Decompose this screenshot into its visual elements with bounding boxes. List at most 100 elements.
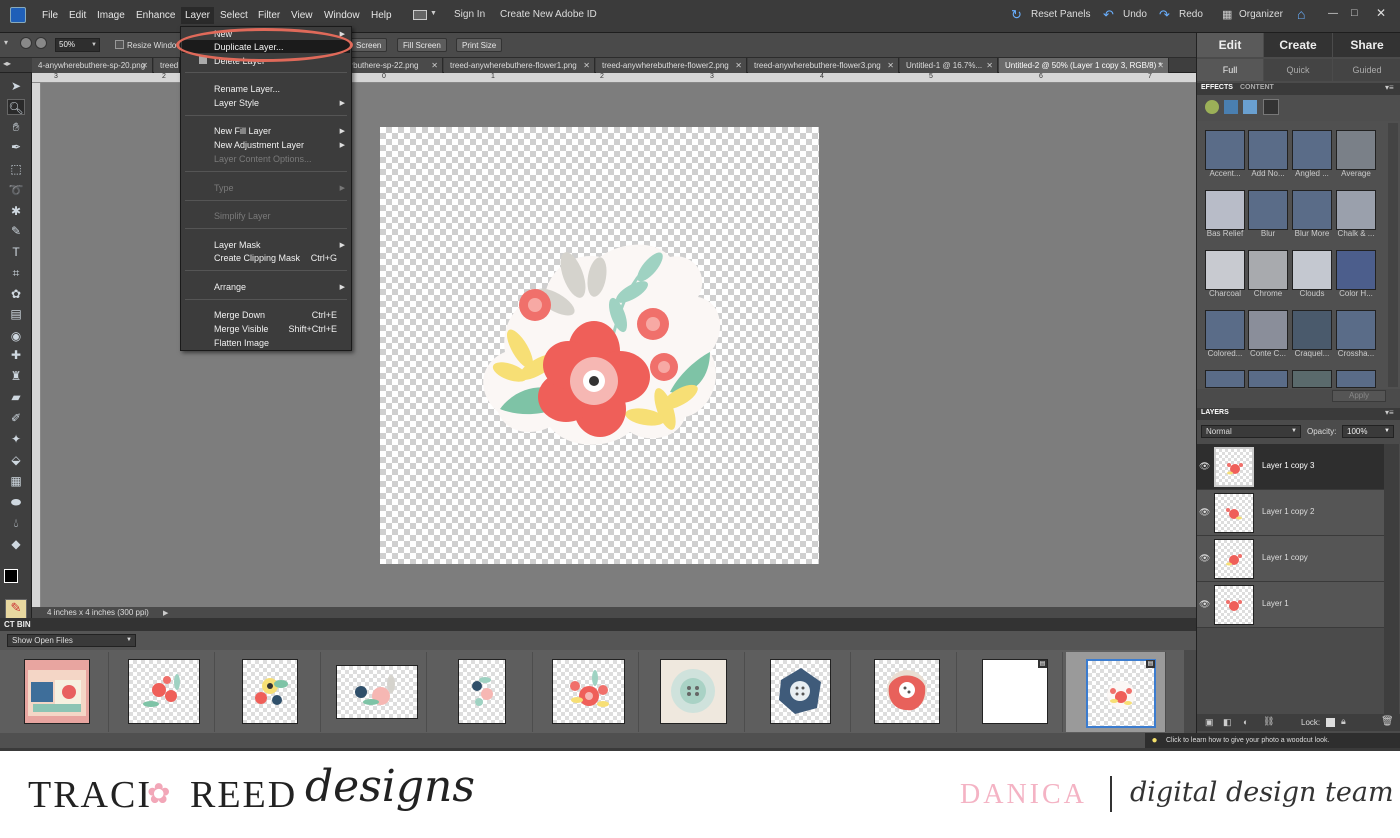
close-tab-icon[interactable]: ✕ bbox=[735, 58, 742, 73]
effect-thumb[interactable] bbox=[1292, 250, 1332, 290]
menu-layer[interactable]: Layer bbox=[181, 7, 215, 24]
effect-thumb[interactable] bbox=[1248, 310, 1288, 350]
bin-item[interactable] bbox=[852, 652, 957, 732]
delete-layer-icon[interactable]: 🗑︎ bbox=[1381, 716, 1394, 727]
menu-item-new-adjustment-layer[interactable]: New Adjustment Layer bbox=[214, 140, 304, 150]
layer-row[interactable]: 👁︎ Layer 1 bbox=[1197, 582, 1384, 628]
lasso-tool-icon[interactable]: ➰ bbox=[7, 182, 25, 198]
subtab-guided[interactable]: Guided bbox=[1333, 59, 1400, 81]
eye-icon[interactable]: 👁︎ bbox=[1199, 507, 1210, 518]
effect-thumb[interactable] bbox=[1336, 370, 1376, 388]
effect-thumb[interactable] bbox=[1205, 190, 1245, 230]
panel-menu-icon[interactable]: ▾≡ bbox=[1385, 408, 1394, 417]
panel-menu-icon[interactable]: ▾≡ bbox=[1385, 83, 1394, 92]
effect-thumb[interactable] bbox=[1205, 250, 1245, 290]
menu-item-merge-visible[interactable]: Merge Visible bbox=[214, 324, 268, 334]
crop-tool-icon[interactable]: ⌗ bbox=[7, 265, 25, 281]
menu-item-rename-layer[interactable]: Rename Layer... bbox=[214, 84, 280, 94]
create-id-link[interactable]: Create New Adobe ID bbox=[500, 9, 597, 20]
bin-item[interactable] bbox=[534, 652, 639, 732]
healing-brush-tool-icon[interactable]: ✚ bbox=[7, 347, 25, 363]
menu-item-merge-down[interactable]: Merge Down bbox=[214, 310, 265, 320]
foreground-color-swatch[interactable] bbox=[4, 569, 18, 583]
home-icon[interactable]: ⌂ bbox=[1297, 6, 1305, 22]
menu-item-layer-style[interactable]: Layer Style bbox=[214, 98, 259, 108]
close-tab-icon[interactable]: ✕ bbox=[887, 58, 894, 73]
content-tab[interactable]: CONTENT bbox=[1240, 84, 1274, 91]
effect-thumb[interactable] bbox=[1205, 370, 1245, 388]
menu-filter[interactable]: Filter bbox=[258, 10, 280, 21]
close-tab-icon[interactable]: ✕ bbox=[986, 58, 993, 73]
tab-create[interactable]: Create bbox=[1264, 33, 1332, 57]
arrange-documents-icon[interactable] bbox=[413, 10, 427, 20]
document-canvas[interactable] bbox=[380, 127, 819, 564]
sponge-tool-icon[interactable]: ◆ bbox=[7, 536, 25, 552]
close-tab-icon[interactable]: ✕ bbox=[583, 58, 590, 73]
tool-preset-icon[interactable]: ▾ bbox=[4, 38, 8, 47]
effect-thumb[interactable] bbox=[1205, 310, 1245, 350]
filters-category-icon[interactable] bbox=[1205, 100, 1219, 114]
brush-tool-icon[interactable]: ✐ bbox=[7, 410, 25, 426]
close-tab-icon[interactable]: ✕ bbox=[431, 58, 438, 73]
tabs-scroll-icon[interactable]: ◂▸ bbox=[3, 59, 11, 68]
effect-thumb[interactable] bbox=[1336, 250, 1376, 290]
blur-tool-icon[interactable]: 💧︎ bbox=[7, 515, 25, 531]
tab-edit[interactable]: Edit bbox=[1197, 33, 1263, 57]
gradient-tool-icon[interactable]: ▦ bbox=[7, 473, 25, 489]
effect-thumb[interactable] bbox=[1248, 250, 1288, 290]
layer-row-selected[interactable]: 👁︎ Layer 1 copy 3 bbox=[1197, 444, 1384, 490]
menu-item-flatten-image[interactable]: Flatten Image bbox=[214, 338, 269, 348]
effect-thumb[interactable] bbox=[1336, 310, 1376, 350]
doc-tab[interactable]: treed-anywherebuthere-flower3.png ✕ bbox=[748, 58, 899, 73]
effect-thumb[interactable] bbox=[1336, 130, 1376, 170]
effect-thumb[interactable] bbox=[1248, 370, 1288, 388]
subtab-full[interactable]: Full bbox=[1197, 59, 1263, 81]
eraser-tool-icon[interactable]: ▰ bbox=[7, 389, 25, 405]
link-layers-icon[interactable]: ⛓︎ bbox=[1263, 716, 1274, 727]
menu-item-arrange[interactable]: Arrange bbox=[214, 282, 246, 292]
bin-item[interactable] bbox=[4, 652, 109, 732]
bin-item-active[interactable]: ▤ bbox=[1066, 652, 1166, 732]
apply-button[interactable]: Apply bbox=[1332, 390, 1386, 402]
bin-item[interactable] bbox=[216, 652, 321, 732]
lock-all-icon[interactable]: 🔒︎ bbox=[1341, 716, 1346, 727]
minimize-icon[interactable]: — bbox=[1328, 8, 1338, 19]
menu-help[interactable]: Help bbox=[371, 10, 392, 21]
shape-tool-icon[interactable]: ⬬ bbox=[7, 494, 25, 510]
bin-item[interactable] bbox=[640, 652, 745, 732]
effect-thumb[interactable] bbox=[1336, 190, 1376, 230]
menu-edit[interactable]: Edit bbox=[69, 10, 86, 21]
show-files-dropdown[interactable]: Show Open Files ▼ bbox=[7, 634, 136, 647]
redo-button[interactable]: Redo bbox=[1179, 9, 1203, 20]
bin-item[interactable]: ▤ bbox=[958, 652, 1063, 732]
screen-button[interactable]: Screen bbox=[350, 38, 388, 52]
menu-item-new-fill-layer[interactable]: New Fill Layer bbox=[214, 126, 271, 136]
lock-transparent-icon[interactable] bbox=[1326, 718, 1335, 727]
blend-mode-dropdown[interactable]: Normal ▼ bbox=[1201, 425, 1301, 438]
effect-thumb[interactable] bbox=[1292, 190, 1332, 230]
bin-item[interactable] bbox=[110, 652, 215, 732]
effect-thumb[interactable] bbox=[1205, 130, 1245, 170]
layer-row[interactable]: 👁︎ Layer 1 copy bbox=[1197, 536, 1384, 582]
sign-in-link[interactable]: Sign In bbox=[454, 9, 485, 20]
doc-tab-active[interactable]: Untitled-2 @ 50% (Layer 1 copy 3, RGB/8)… bbox=[999, 58, 1169, 73]
menu-item-create-clipping-mask[interactable]: Create Clipping Mask bbox=[214, 253, 300, 263]
layer-row[interactable]: 👁︎ Layer 1 copy 2 bbox=[1197, 490, 1384, 536]
tab-share[interactable]: Share bbox=[1333, 33, 1400, 57]
resize-windows-checkbox[interactable] bbox=[115, 40, 124, 49]
bin-item[interactable] bbox=[746, 652, 851, 732]
menu-window[interactable]: Window bbox=[324, 10, 360, 21]
layers-scrollbar[interactable] bbox=[1384, 444, 1399, 714]
menu-image[interactable]: Image bbox=[97, 10, 125, 21]
effect-thumb[interactable] bbox=[1292, 310, 1332, 350]
type-tool-icon[interactable]: T bbox=[7, 244, 25, 260]
doc-tab[interactable]: erbuthere-sp-22.png ✕ bbox=[340, 58, 443, 73]
zoom-in-icon[interactable] bbox=[20, 37, 32, 49]
close-icon[interactable]: ✕ bbox=[1376, 6, 1386, 20]
eye-icon[interactable]: 👁︎ bbox=[1199, 461, 1210, 472]
close-tab-icon[interactable]: ✕ bbox=[1157, 58, 1164, 73]
marquee-tool-icon[interactable]: ⬚ bbox=[7, 161, 25, 177]
smart-brush-tool-icon[interactable]: ✦ bbox=[7, 431, 25, 447]
photo-effects-category-icon[interactable] bbox=[1224, 100, 1238, 114]
menu-item-layer-mask[interactable]: Layer Mask bbox=[214, 240, 261, 250]
